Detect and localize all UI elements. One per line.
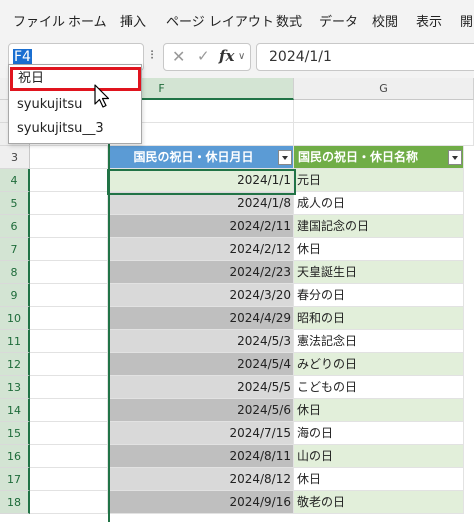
chevron-down-icon[interactable]: ∨: [238, 51, 245, 62]
table-cell-date[interactable]: 2024/5/6: [110, 399, 294, 422]
table-cell-holiday-name[interactable]: 建国記念の日: [294, 215, 464, 238]
menu-view[interactable]: 表示: [416, 11, 442, 30]
row-header[interactable]: 16: [0, 445, 30, 468]
grid-cell[interactable]: [30, 491, 108, 514]
table-cell-holiday-name[interactable]: 敬老の日: [294, 491, 464, 514]
menu-page-layout[interactable]: ページ レイアウト: [166, 11, 274, 30]
table-cell-holiday-name[interactable]: 元日: [294, 169, 464, 192]
table-cell-date[interactable]: 2024/2/23: [110, 261, 294, 284]
table-cell-date[interactable]: 2024/5/3: [110, 330, 294, 353]
row-header[interactable]: 13: [0, 376, 30, 399]
table-cell-holiday-name[interactable]: 天皇誕生日: [294, 261, 464, 284]
more-options-icon[interactable]: ⁝: [150, 48, 154, 63]
dropdown-item-named-range[interactable]: syukujitsu__3: [9, 117, 141, 141]
table-cell-date[interactable]: 2024/1/8: [110, 192, 294, 215]
grid-cell[interactable]: [30, 146, 108, 169]
table-cell-date[interactable]: 2024/4/29: [110, 307, 294, 330]
name-box-dropdown: 祝日 syukujitsu syukujitsu__3: [8, 64, 142, 144]
table-cell-holiday-name[interactable]: 春分の日: [294, 284, 464, 307]
table-cell-holiday-name[interactable]: 成人の日: [294, 192, 464, 215]
table-cell-date[interactable]: 2024/9/16: [110, 491, 294, 514]
grid-cell[interactable]: [30, 284, 108, 307]
enter-check-icon[interactable]: ✓: [197, 47, 210, 65]
table-header-name: 国民の祝日・休日名称: [294, 146, 464, 169]
table-header-date: 国民の祝日・休日月日: [110, 146, 294, 169]
grid-cell[interactable]: [294, 100, 474, 123]
worksheet-grid: F G 123456789101112131415161718 国民の祝日・休日…: [0, 78, 474, 522]
row-header[interactable]: 14: [0, 399, 30, 422]
row-header[interactable]: 18: [0, 491, 30, 514]
table-cell-date[interactable]: 2024/8/11: [110, 445, 294, 468]
filter-dropdown-icon[interactable]: [448, 150, 462, 165]
row-header[interactable]: 15: [0, 422, 30, 445]
table-cell-date[interactable]: 2024/3/20: [110, 284, 294, 307]
formula-bar-input[interactable]: 2024/1/1: [256, 43, 474, 71]
formula-value: 2024/1/1: [269, 49, 332, 65]
grid-cell[interactable]: [30, 399, 108, 422]
table-cell-date[interactable]: 2024/1/1: [110, 169, 294, 192]
mouse-pointer-icon: [94, 84, 110, 108]
table-cell-date[interactable]: 2024/5/4: [110, 353, 294, 376]
table-cell-holiday-name[interactable]: 憲法記念日: [294, 330, 464, 353]
menu-data[interactable]: データ: [319, 11, 358, 30]
grid-cell[interactable]: [30, 422, 108, 445]
row-header[interactable]: 7: [0, 238, 30, 261]
grid-cell[interactable]: [30, 330, 108, 353]
grid-cell[interactable]: [30, 468, 108, 491]
table-cell-date[interactable]: 2024/7/15: [110, 422, 294, 445]
table-cell-holiday-name[interactable]: こどもの日: [294, 376, 464, 399]
table-cell-holiday-name[interactable]: 海の日: [294, 422, 464, 445]
menu-developer[interactable]: 開: [460, 11, 473, 30]
row-header[interactable]: 17: [0, 468, 30, 491]
grid-cell[interactable]: [30, 192, 108, 215]
grid-cell[interactable]: [30, 445, 108, 468]
row-header[interactable]: 3: [0, 146, 30, 169]
grid-cell[interactable]: [30, 261, 108, 284]
grid-cell[interactable]: [30, 376, 108, 399]
table-cell-holiday-name[interactable]: 昭和の日: [294, 307, 464, 330]
row-header[interactable]: 9: [0, 284, 30, 307]
row-header[interactable]: 6: [0, 215, 30, 238]
row-header[interactable]: 12: [0, 353, 30, 376]
cancel-icon[interactable]: ✕: [172, 47, 185, 66]
dropdown-item-named-range[interactable]: syukujitsu: [9, 93, 141, 117]
menu-insert[interactable]: 挿入: [120, 11, 146, 30]
row-header[interactable]: 5: [0, 192, 30, 215]
grid-cell[interactable]: [30, 307, 108, 330]
row-header[interactable]: 10: [0, 307, 30, 330]
dropdown-item-named-range[interactable]: 祝日: [10, 67, 141, 91]
menu-home[interactable]: ホーム: [68, 11, 107, 30]
table-cell-holiday-name[interactable]: 休日: [294, 399, 464, 422]
table-cell-date[interactable]: 2024/5/5: [110, 376, 294, 399]
menu-review[interactable]: 校閲: [372, 11, 398, 30]
grid-cell[interactable]: [30, 215, 108, 238]
row-header[interactable]: 11: [0, 330, 30, 353]
menu-formulas[interactable]: 数式: [276, 11, 302, 30]
table-cell-holiday-name[interactable]: みどりの日: [294, 353, 464, 376]
grid-cell[interactable]: [294, 123, 474, 146]
filter-dropdown-icon[interactable]: [278, 150, 292, 165]
column-header-g[interactable]: G: [294, 78, 474, 100]
grid-cell[interactable]: [30, 353, 108, 376]
menu-file[interactable]: ファイル: [13, 11, 65, 30]
ribbon-menu-bar: ファイル ホーム 挿入 ページ レイアウト 数式 データ 校閲 表示 開: [0, 0, 474, 38]
row-header[interactable]: 8: [0, 261, 30, 284]
grid-cell[interactable]: [30, 238, 108, 261]
column-selection-border: [108, 100, 110, 522]
table-cell-holiday-name[interactable]: 休日: [294, 238, 464, 261]
table-cell-date[interactable]: 2024/8/12: [110, 468, 294, 491]
table-cell-date[interactable]: 2024/2/11: [110, 215, 294, 238]
table-cell-holiday-name[interactable]: 休日: [294, 468, 464, 491]
formula-buttons: ✕ ✓ fx ∨: [163, 43, 251, 71]
grid-cell[interactable]: [30, 169, 108, 192]
insert-function-button[interactable]: fx: [219, 47, 234, 65]
table-cell-holiday-name[interactable]: 山の日: [294, 445, 464, 468]
row-header[interactable]: 4: [0, 169, 30, 192]
table-cell-date[interactable]: 2024/2/12: [110, 238, 294, 261]
